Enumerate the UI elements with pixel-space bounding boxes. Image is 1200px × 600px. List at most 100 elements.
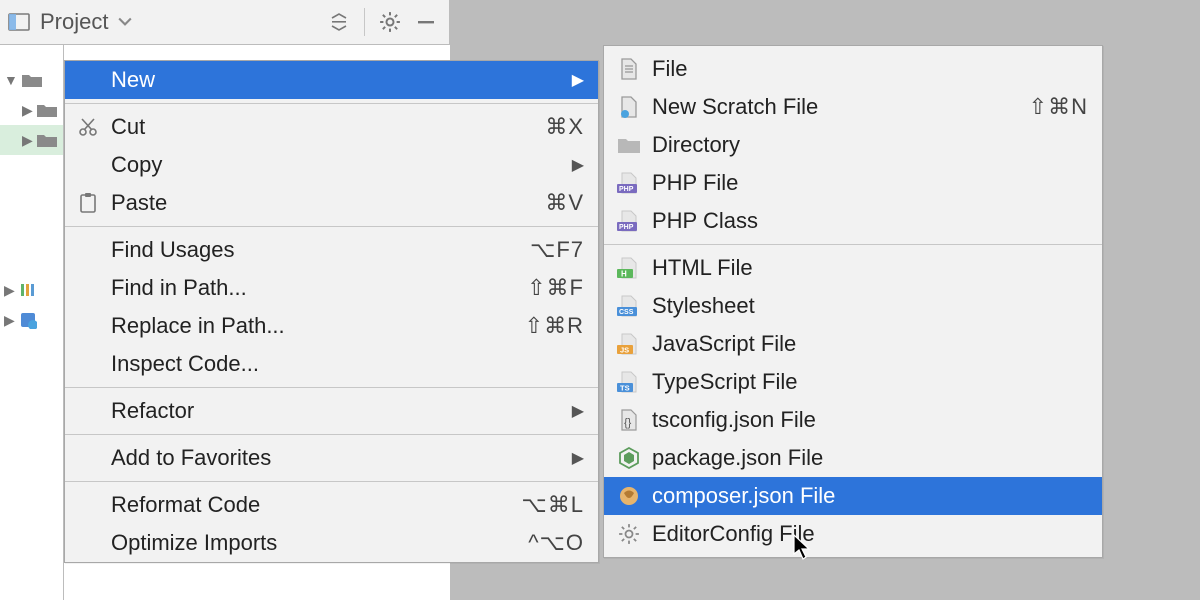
menu-item-html-file[interactable]: H HTML File [604,249,1102,287]
menu-item-add-to-favorites[interactable]: Add to Favorites ▶ [65,439,598,477]
folder-icon [616,132,642,158]
clipboard-icon [75,190,101,216]
menu-item-paste[interactable]: Paste ⌘V [65,184,598,222]
toolbar-separator [364,8,365,36]
menu-item-label: JavaScript File [652,331,796,357]
svg-text:PHP: PHP [619,186,634,193]
menu-item-javascript-file[interactable]: JS JavaScript File [604,325,1102,363]
svg-text:JS: JS [620,346,629,355]
menu-item-label: Find Usages [111,237,235,263]
menu-item-composer-json[interactable]: composer.json File [604,477,1102,515]
composer-icon [616,483,642,509]
css-file-icon: CSS [616,293,642,319]
menu-item-new-scratch-file[interactable]: New Scratch File ⇧⌘N [604,88,1102,126]
svg-text:CSS: CSS [619,309,634,316]
file-icon [616,56,642,82]
menu-item-label: package.json File [652,445,823,471]
menu-item-label: Inspect Code... [111,351,259,377]
hide-icon[interactable] [411,7,441,37]
svg-text:TS: TS [620,384,630,393]
ts-file-icon: TS [616,369,642,395]
php-file-icon: PHP [616,170,642,196]
tree-expand-arrow[interactable]: ▼ [4,72,18,88]
menu-item-cut[interactable]: Cut ⌘X [65,108,598,146]
menu-item-label: Refactor [111,398,194,424]
menu-item-copy[interactable]: Copy ▶ [65,146,598,184]
menu-item-stylesheet[interactable]: CSS Stylesheet [604,287,1102,325]
tree-collapse-arrow[interactable]: ▶ [4,312,15,329]
menu-item-find-usages[interactable]: Find Usages ⌥F7 [65,231,598,269]
menu-shortcut: ⇧⌘N [1029,94,1088,120]
menu-item-label: composer.json File [652,483,835,509]
scratch-file-icon [616,94,642,120]
scissors-icon [75,114,101,140]
folder-icon [37,103,57,117]
svg-text:PHP: PHP [619,224,634,231]
menu-item-label: Add to Favorites [111,445,271,471]
menu-item-new[interactable]: New ▶ [65,61,598,99]
menu-item-label: TypeScript File [652,369,798,395]
menu-item-label: HTML File [652,255,753,281]
menu-item-optimize-imports[interactable]: Optimize Imports ^⌥O [65,524,598,562]
menu-item-label: New [111,67,155,93]
menu-shortcut: ⌘V [545,190,584,216]
menu-item-replace-in-path[interactable]: Replace in Path... ⇧⌘R [65,307,598,345]
menu-divider [65,434,598,435]
menu-item-package-json[interactable]: package.json File [604,439,1102,477]
menu-item-label: Cut [111,114,145,140]
context-menu: New ▶ Cut ⌘X Copy ▶ Paste [64,60,599,563]
scratches-icon [19,311,37,329]
menu-item-label: Stylesheet [652,293,755,319]
menu-divider [604,244,1102,245]
collapse-all-icon[interactable] [324,7,354,37]
menu-item-label: Replace in Path... [111,313,285,339]
submenu-arrow-icon: ▶ [572,155,584,175]
tree-collapse-arrow[interactable]: ▶ [22,132,33,149]
php-class-icon: PHP [616,208,642,234]
menu-item-inspect-code[interactable]: Inspect Code... [65,345,598,383]
project-view-label[interactable]: Project [36,9,112,35]
chevron-down-icon[interactable] [118,17,132,27]
menu-item-typescript-file[interactable]: TS TypeScript File [604,363,1102,401]
menu-item-find-in-path[interactable]: Find in Path... ⇧⌘F [65,269,598,307]
menu-divider [65,481,598,482]
menu-shortcut: ⌥F7 [530,237,584,263]
gear-icon[interactable] [375,7,405,37]
menu-item-label: PHP Class [652,208,758,234]
menu-item-label: PHP File [652,170,738,196]
menu-shortcut: ⌥⌘L [521,492,584,518]
submenu-arrow-icon: ▶ [572,401,584,421]
menu-item-refactor[interactable]: Refactor ▶ [65,392,598,430]
menu-divider [65,387,598,388]
nodejs-icon [616,445,642,471]
menu-shortcut: ⇧⌘F [527,275,584,301]
menu-item-label: Directory [652,132,740,158]
editorconfig-icon [616,521,642,547]
menu-item-label: File [652,56,687,82]
menu-item-label: Reformat Code [111,492,260,518]
menu-item-editorconfig[interactable]: EditorConfig File [604,515,1102,553]
folder-icon [37,133,57,147]
menu-item-tsconfig[interactable]: {} tsconfig.json File [604,401,1102,439]
menu-shortcut: ⌘X [545,114,584,140]
menu-item-php-file[interactable]: PHP PHP File [604,164,1102,202]
project-tree[interactable]: ▼ ▶ ▶ ▶ ▶ [0,45,64,600]
menu-item-php-class[interactable]: PHP PHP Class [604,202,1102,240]
tsconfig-icon: {} [616,407,642,433]
menu-item-directory[interactable]: Directory [604,126,1102,164]
menu-item-label: EditorConfig File [652,521,815,547]
submenu-arrow-icon: ▶ [572,448,584,468]
menu-item-label: Optimize Imports [111,530,277,556]
submenu-arrow-icon: ▶ [572,70,584,90]
menu-item-label: New Scratch File [652,94,818,120]
menu-item-file[interactable]: File [604,50,1102,88]
tree-collapse-arrow[interactable]: ▶ [22,102,33,119]
menu-item-reformat-code[interactable]: Reformat Code ⌥⌘L [65,486,598,524]
menu-shortcut: ⇧⌘R [525,313,584,339]
menu-item-label: Paste [111,190,167,216]
mouse-cursor [793,534,815,562]
tree-collapse-arrow[interactable]: ▶ [4,282,15,299]
project-tool-window-header: Project [0,0,450,45]
menu-shortcut: ^⌥O [528,530,584,556]
menu-item-label: Find in Path... [111,275,247,301]
